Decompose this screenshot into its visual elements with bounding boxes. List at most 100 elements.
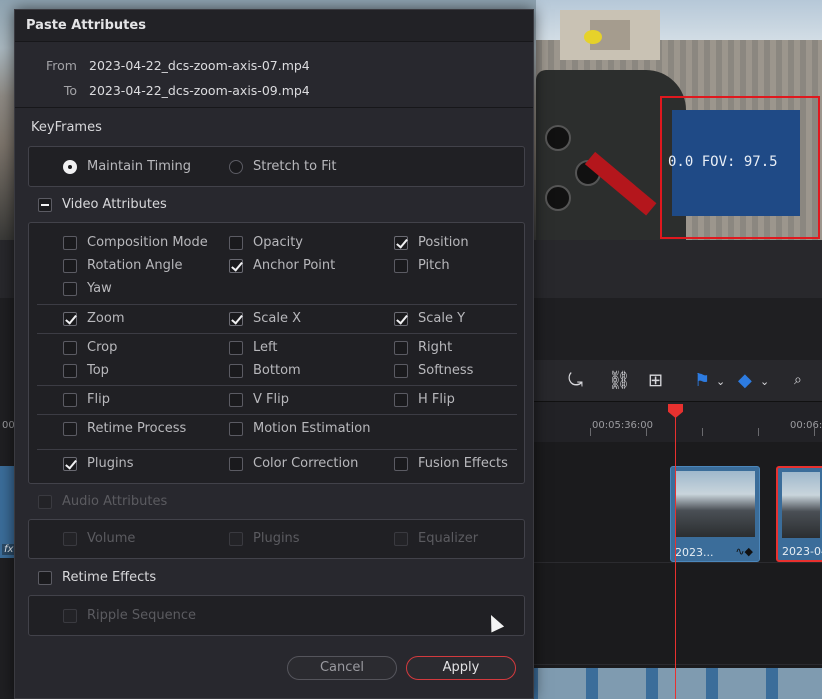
retime-process-option[interactable]: Retime Process bbox=[63, 421, 186, 436]
divider bbox=[37, 385, 517, 386]
anchor-point-option[interactable]: Anchor Point bbox=[229, 258, 335, 273]
position-option[interactable]: Position bbox=[394, 235, 469, 250]
chevron-down-icon[interactable]: ⌄ bbox=[760, 375, 769, 388]
bottom-option[interactable]: Bottom bbox=[229, 363, 301, 378]
maintain-timing-label: Maintain Timing bbox=[87, 159, 191, 174]
top-option[interactable]: Top bbox=[63, 363, 109, 378]
fusion-effects-label: Fusion Effects bbox=[418, 456, 508, 471]
top-label: Top bbox=[87, 363, 109, 378]
color-correction-label: Color Correction bbox=[253, 456, 359, 471]
softness-option[interactable]: Softness bbox=[394, 363, 473, 378]
checkbox-checked[interactable] bbox=[394, 235, 408, 250]
scale-y-option[interactable]: Scale Y bbox=[394, 311, 465, 326]
yaw-option[interactable]: Yaw bbox=[63, 281, 112, 296]
snap-magnet-icon[interactable]: ⤿ bbox=[568, 370, 583, 391]
checkbox[interactable] bbox=[63, 235, 77, 250]
audio-attributes-toggle: Audio Attributes bbox=[38, 494, 167, 509]
rotation-angle-option[interactable]: Rotation Angle bbox=[63, 258, 183, 273]
timeline-clip-selected[interactable]: 2023-04- bbox=[776, 466, 822, 562]
checkbox[interactable] bbox=[63, 363, 77, 378]
divider bbox=[37, 304, 517, 305]
from-value: 2023-04-22_dcs-zoom-axis-07.mp4 bbox=[89, 58, 310, 73]
keyframe-icon: ∿◆ bbox=[735, 545, 753, 558]
checkbox-checked[interactable] bbox=[229, 258, 243, 273]
right-option[interactable]: Right bbox=[394, 340, 452, 355]
checkbox[interactable] bbox=[394, 258, 408, 273]
checkbox-checked[interactable] bbox=[394, 311, 408, 326]
v-flip-option[interactable]: V Flip bbox=[229, 392, 289, 407]
checkbox[interactable] bbox=[229, 456, 243, 471]
cancel-button[interactable]: Cancel bbox=[287, 656, 397, 680]
checkbox[interactable] bbox=[394, 340, 408, 355]
v-flip-label: V Flip bbox=[253, 392, 289, 407]
retime-effects-toggle[interactable]: Retime Effects bbox=[38, 570, 156, 585]
opacity-label: Opacity bbox=[253, 235, 304, 250]
h-flip-option[interactable]: H Flip bbox=[394, 392, 455, 407]
maintain-timing-option[interactable]: Maintain Timing bbox=[63, 159, 191, 174]
lock-position-icon[interactable]: ⊞ bbox=[648, 370, 663, 391]
position-label: Position bbox=[418, 235, 469, 250]
checkbox[interactable] bbox=[394, 363, 408, 378]
video-attributes-box: Composition Mode Opacity Position Rotati… bbox=[28, 222, 525, 484]
checkbox[interactable] bbox=[229, 235, 243, 250]
checkbox[interactable] bbox=[394, 392, 408, 407]
composition-mode-option[interactable]: Composition Mode bbox=[63, 235, 208, 250]
checkbox[interactable] bbox=[229, 392, 243, 407]
flip-label: Flip bbox=[87, 392, 110, 407]
scale-x-label: Scale X bbox=[253, 311, 302, 326]
apply-button[interactable]: Apply bbox=[406, 656, 516, 680]
stretch-to-fit-label: Stretch to Fit bbox=[253, 159, 337, 174]
clip-label: 2023-04- bbox=[782, 545, 822, 558]
partial-checkbox-icon[interactable] bbox=[38, 197, 52, 212]
checkbox[interactable] bbox=[63, 392, 77, 407]
flip-option[interactable]: Flip bbox=[63, 392, 110, 407]
audio-attributes-heading: Audio Attributes bbox=[62, 494, 168, 509]
keyframes-heading: KeyFrames bbox=[31, 120, 102, 135]
fusion-effects-option[interactable]: Fusion Effects bbox=[394, 456, 508, 471]
radio-icon[interactable] bbox=[229, 159, 243, 174]
stretch-to-fit-option[interactable]: Stretch to Fit bbox=[229, 159, 336, 174]
checkbox[interactable] bbox=[229, 363, 243, 378]
checkbox-disabled bbox=[229, 531, 243, 546]
zoom-option[interactable]: Zoom bbox=[63, 311, 124, 326]
composition-mode-label: Composition Mode bbox=[87, 235, 208, 250]
clip-thumbnail bbox=[675, 471, 755, 537]
clip-label: 2023... bbox=[675, 546, 714, 559]
checkbox[interactable] bbox=[229, 421, 243, 436]
source-target-info: From 2023-04-22_dcs-zoom-axis-07.mp4 To … bbox=[15, 42, 533, 108]
marker-icon[interactable]: ◆ bbox=[738, 370, 752, 391]
timeline-clip[interactable]: 2023... ∿◆ bbox=[670, 466, 760, 562]
audio-plugins-option: Plugins bbox=[229, 531, 300, 546]
plugins-option[interactable]: Plugins bbox=[63, 456, 134, 471]
timeline-track-clips[interactable] bbox=[534, 668, 822, 699]
viewer-selection-box[interactable] bbox=[660, 96, 820, 239]
motion-estimation-option[interactable]: Motion Estimation bbox=[229, 421, 370, 436]
checkbox[interactable] bbox=[229, 340, 243, 355]
checkbox-checked[interactable] bbox=[229, 311, 243, 326]
checkbox[interactable] bbox=[63, 421, 77, 436]
ripple-sequence-option: Ripple Sequence bbox=[63, 608, 196, 623]
link-icon[interactable]: ⛓ bbox=[608, 370, 631, 391]
checkbox[interactable] bbox=[63, 340, 77, 355]
left-option[interactable]: Left bbox=[229, 340, 277, 355]
pitch-option[interactable]: Pitch bbox=[394, 258, 450, 273]
paste-attributes-dialog: Paste Attributes From 2023-04-22_dcs-zoo… bbox=[14, 9, 534, 699]
checkbox[interactable] bbox=[38, 570, 52, 585]
divider bbox=[37, 414, 517, 415]
scale-x-option[interactable]: Scale X bbox=[229, 311, 301, 326]
checkbox[interactable] bbox=[394, 456, 408, 471]
chevron-down-icon[interactable]: ⌄ bbox=[716, 375, 725, 388]
crop-option[interactable]: Crop bbox=[63, 340, 117, 355]
color-correction-option[interactable]: Color Correction bbox=[229, 456, 358, 471]
checkbox[interactable] bbox=[63, 281, 77, 296]
gauge-icon bbox=[545, 125, 571, 151]
checkbox-checked[interactable] bbox=[63, 456, 77, 471]
playhead-line[interactable] bbox=[675, 408, 676, 699]
zoom-icon[interactable]: ⌕ bbox=[794, 372, 802, 388]
checkbox[interactable] bbox=[63, 258, 77, 273]
video-attributes-toggle[interactable]: Video Attributes bbox=[38, 197, 167, 212]
checkbox-checked[interactable] bbox=[63, 311, 77, 326]
radio-selected-icon[interactable] bbox=[63, 159, 77, 174]
flag-icon[interactable]: ⚑ bbox=[694, 370, 710, 391]
opacity-option[interactable]: Opacity bbox=[229, 235, 303, 250]
